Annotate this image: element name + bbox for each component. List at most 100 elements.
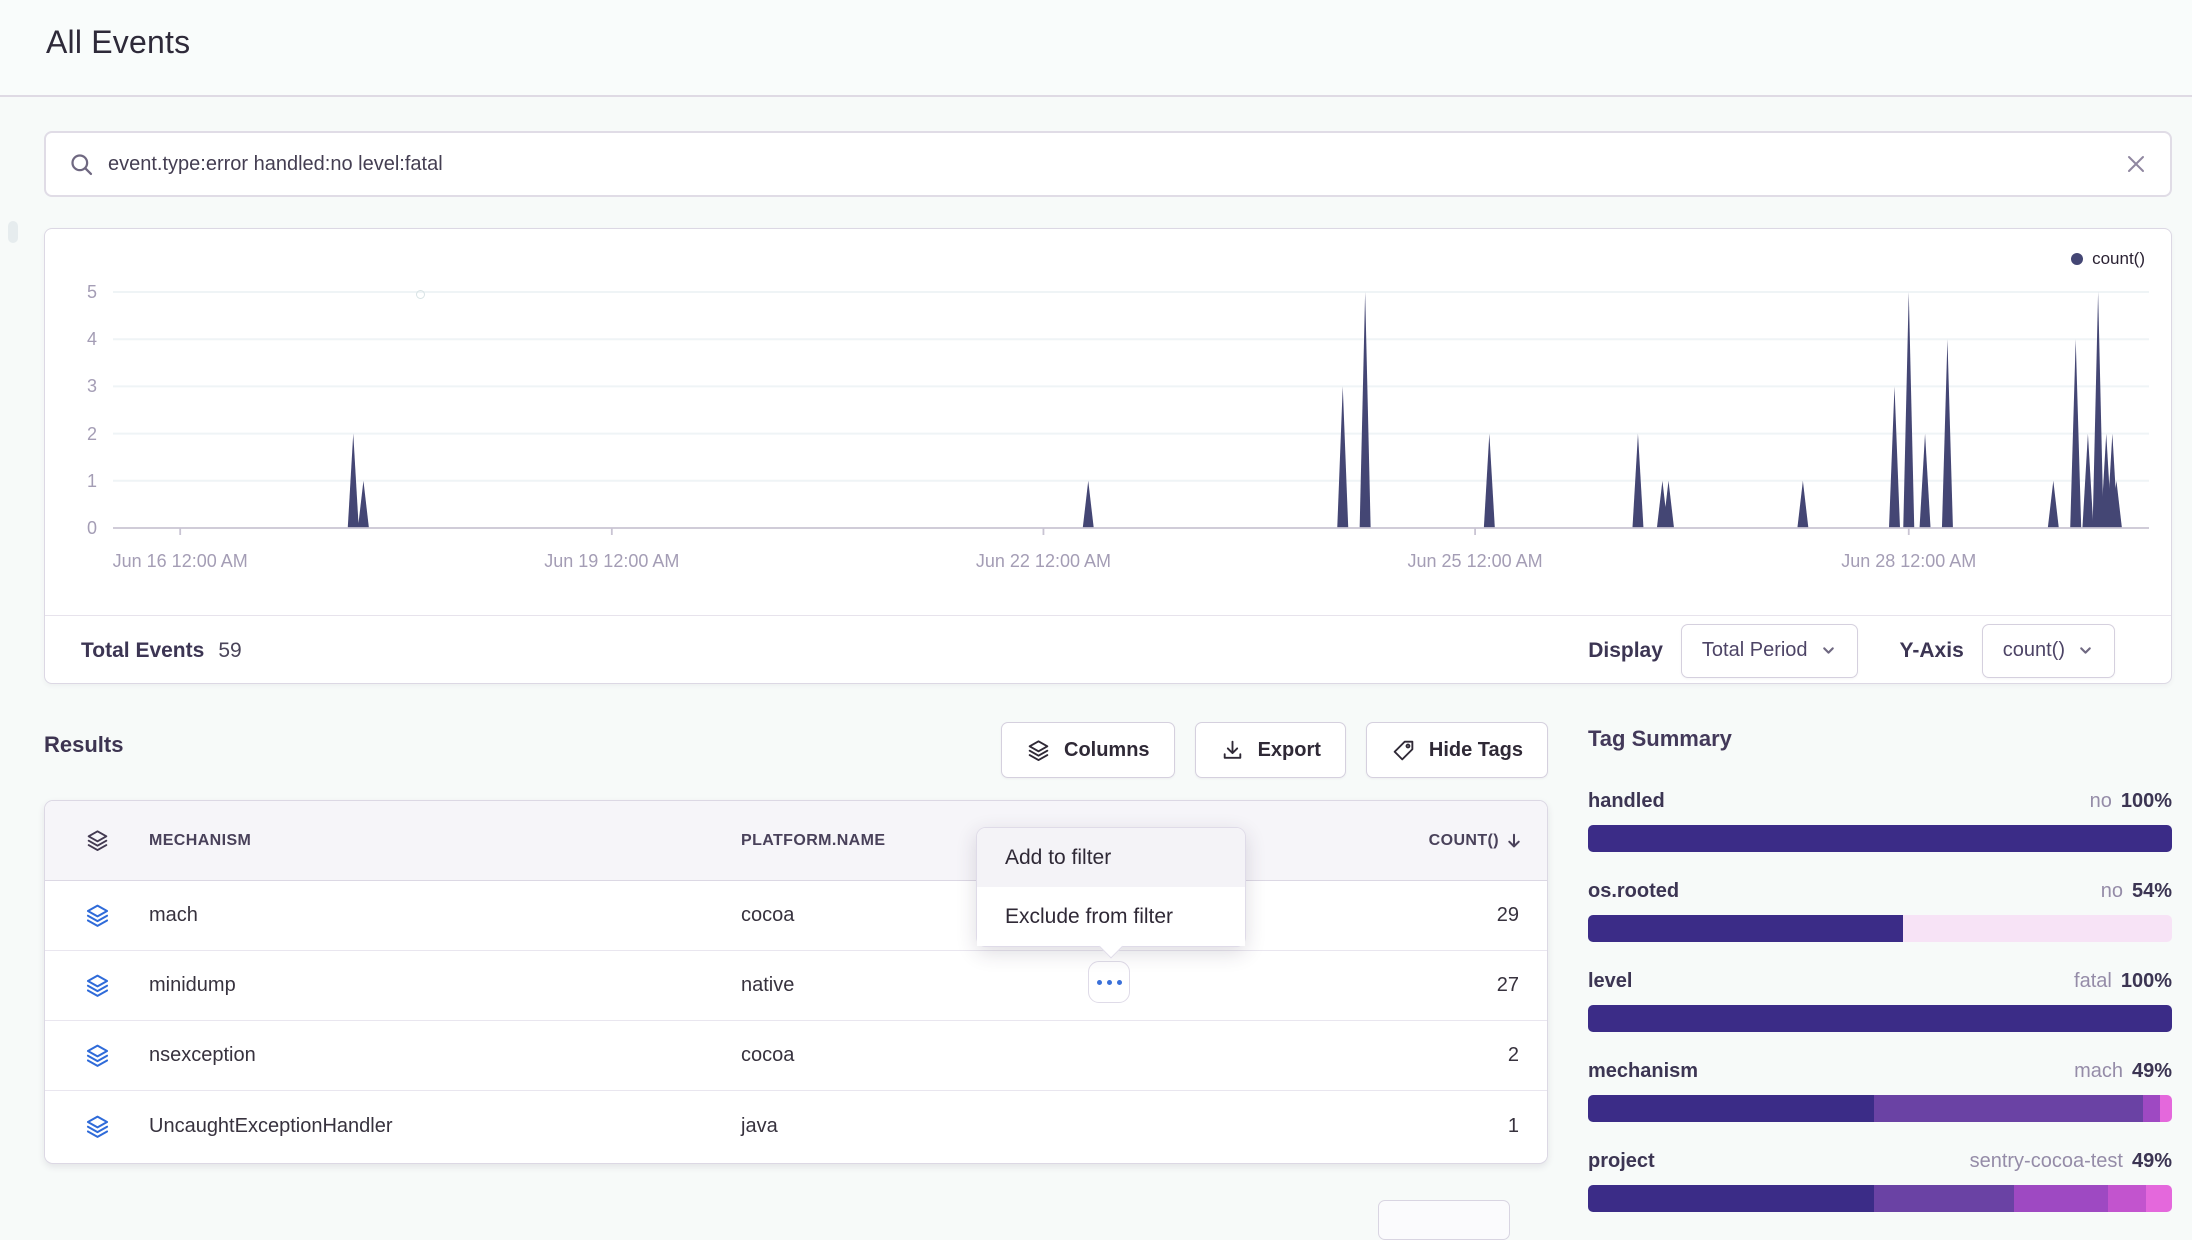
tag-name: level — [1588, 970, 1632, 993]
total-events-label: Total Events — [81, 639, 204, 663]
tag-value-label: fatal — [2074, 970, 2112, 992]
tag-name: mechanism — [1588, 1060, 1698, 1083]
cell-platform-name[interactable]: java — [741, 1115, 1301, 1138]
tag-summary-panel: Tag Summary handledno100%os.rootedno54%l… — [1588, 726, 2172, 1240]
page-header: All Events — [0, 0, 2192, 97]
tag-label-row: mechanism mach 49% — [1588, 1060, 2172, 1083]
tag-percent: 49% — [2132, 1150, 2172, 1172]
tag-bar-segment[interactable] — [1588, 825, 2172, 852]
tag-summary-heading: Tag Summary — [1588, 726, 2172, 752]
chart-spike — [2048, 481, 2059, 528]
tag-bar-segment[interactable] — [1588, 1005, 2172, 1032]
table-row[interactable]: UncaughtExceptionHandlerjava1 — [45, 1091, 1547, 1161]
chart-spike — [1797, 481, 1808, 528]
tag-top-value: sentry-cocoa-test 49% — [1970, 1150, 2172, 1173]
tag-name: handled — [1588, 790, 1665, 813]
columns-button[interactable]: Columns — [1001, 722, 1175, 778]
display-dropdown[interactable]: Total Period — [1681, 624, 1858, 678]
cell-mechanism[interactable]: mach — [149, 904, 741, 927]
search-input[interactable]: event.type:error handled:no level:fatal — [108, 153, 2124, 176]
cell-mechanism[interactable]: minidump — [149, 974, 741, 997]
total-events-value: 59 — [218, 639, 241, 663]
x-axis-tick-label: Jun 28 12:00 AM — [1841, 551, 1976, 572]
y-axis-tick-label: 4 — [45, 329, 97, 349]
column-header-count-sorted[interactable]: COUNT() — [1301, 832, 1547, 850]
tag-bar-segment[interactable] — [1588, 915, 1903, 942]
table-row[interactable]: minidumpnative27 — [45, 951, 1547, 1021]
y-axis-tick-label: 3 — [45, 376, 97, 396]
search-icon — [68, 151, 95, 178]
stack-icon — [45, 1042, 149, 1069]
y-axis-tick-label: 2 — [45, 424, 97, 444]
search-bar[interactable]: event.type:error handled:no level:fatal — [44, 131, 2172, 197]
menu-item-add-to-filter[interactable]: Add to filter — [977, 828, 1245, 887]
cell-context-menu: Add to filterExclude from filter — [976, 827, 1246, 947]
yaxis-dropdown[interactable]: count() — [1982, 624, 2115, 678]
cell-count[interactable]: 2 — [1301, 1044, 1547, 1067]
ellipsis-dot — [1117, 980, 1122, 985]
tag-distribution-bar[interactable] — [1588, 1095, 2172, 1122]
tag-percent: 49% — [2132, 1060, 2172, 1082]
tag-bar-segment[interactable] — [1903, 915, 2172, 942]
export-button[interactable]: Export — [1195, 722, 1346, 778]
x-axis-tick-label: Jun 22 12:00 AM — [976, 551, 1111, 572]
hide-tags-button[interactable]: Hide Tags — [1366, 722, 1548, 778]
chart-spike — [1337, 386, 1348, 528]
cell-actions-button[interactable] — [1088, 961, 1130, 1003]
legend-series-label: count() — [2092, 249, 2145, 269]
tag-value-label: no — [2101, 880, 2123, 902]
button-label: Export — [1258, 739, 1321, 762]
tag-section-handled: handledno100% — [1588, 790, 2172, 852]
y-axis-tick-label: 1 — [45, 471, 97, 491]
layers-icon — [1026, 738, 1051, 763]
cell-count[interactable]: 27 — [1301, 974, 1547, 997]
tag-percent: 54% — [2132, 880, 2172, 902]
stack-icon — [45, 972, 149, 999]
stack-icon — [45, 902, 149, 929]
tag-distribution-bar[interactable] — [1588, 1005, 2172, 1032]
column-header-count-label: COUNT() — [1429, 832, 1499, 850]
chevron-down-icon — [2077, 642, 2094, 659]
tag-section-project: project sentry-cocoa-test 49% — [1588, 1150, 2172, 1212]
table-row[interactable]: machcocoa29 — [45, 881, 1547, 951]
pagination-button-partial[interactable] — [1378, 1200, 1510, 1240]
tag-label-row: handledno100% — [1588, 790, 2172, 813]
cell-mechanism[interactable]: UncaughtExceptionHandler — [149, 1115, 741, 1138]
yaxis-label: Y-Axis — [1900, 639, 1964, 663]
panel-drag-handle[interactable] — [8, 221, 18, 243]
results-table: MECHANISMPLATFORM.NAMECOUNT() machcocoa2… — [44, 800, 1548, 1164]
tag-distribution-bar[interactable] — [1588, 915, 2172, 942]
clear-search-icon[interactable] — [2124, 152, 2148, 176]
tag-bar-segment[interactable] — [2160, 1095, 2172, 1122]
tag-top-value: no 54% — [2101, 880, 2172, 903]
cell-count[interactable]: 1 — [1301, 1115, 1547, 1138]
column-header-mechanism[interactable]: MECHANISM — [149, 832, 741, 850]
tag-distribution-bar[interactable] — [1588, 825, 2172, 852]
chart-spike — [1903, 292, 1914, 528]
cell-mechanism[interactable]: nsexception — [149, 1044, 741, 1067]
tag-bar-segment[interactable] — [1874, 1095, 2143, 1122]
ellipsis-dot — [1107, 980, 1112, 985]
tag-value-label: mach — [2074, 1060, 2123, 1082]
events-chart[interactable] — [113, 269, 2149, 549]
tag-top-value: fatal100% — [2074, 970, 2172, 993]
tag-bar-segment[interactable] — [1588, 1095, 1874, 1122]
chart-spike — [1083, 481, 1094, 528]
tag-percent: 100% — [2121, 790, 2172, 812]
tag-value-label: sentry-cocoa-test — [1970, 1150, 2123, 1172]
tag-name: project — [1588, 1150, 1655, 1173]
table-row[interactable]: nsexceptioncocoa2 — [45, 1021, 1547, 1091]
x-axis-tick-label: Jun 25 12:00 AM — [1408, 551, 1543, 572]
chart-footer: Total Events 59 Display Total Period Y-A… — [45, 615, 2171, 685]
cell-count[interactable]: 29 — [1301, 904, 1547, 927]
ellipsis-dot — [1097, 980, 1102, 985]
table-header-stack-icon — [45, 828, 149, 853]
chart-spike — [1360, 292, 1371, 528]
tag-bar-segment[interactable] — [2143, 1095, 2161, 1122]
display-label: Display — [1588, 639, 1663, 663]
cell-platform-name[interactable]: native — [741, 974, 1301, 997]
tag-label-row: project sentry-cocoa-test 49% — [1588, 1150, 2172, 1173]
cell-platform-name[interactable]: cocoa — [741, 1044, 1301, 1067]
x-axis-tick-label: Jun 19 12:00 AM — [544, 551, 679, 572]
chart-spike — [2093, 292, 2104, 528]
